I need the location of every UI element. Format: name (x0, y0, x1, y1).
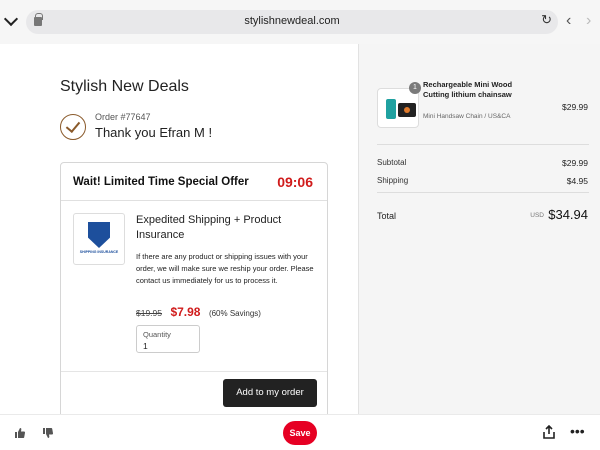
browser-toolbar: stylishnewdeal.com ↻ ‹ › (0, 0, 600, 44)
url-text[interactable]: stylishnewdeal.com (26, 15, 558, 27)
order-number: Order #77647 (95, 112, 151, 122)
bottom-action-bar: Save ••• (0, 414, 600, 450)
divider (61, 371, 327, 372)
offer-product-name: Expedited Shipping + Product Insurance (136, 214, 282, 241)
total-value: $34.94 (548, 207, 588, 222)
offer-title: Wait! Limited Time Special Offer (73, 176, 249, 188)
checkout-main: Stylish New Deals Order #77647 Thank you… (0, 44, 358, 422)
share-icon[interactable] (542, 425, 556, 439)
quantity-value[interactable]: 1 (143, 341, 148, 351)
reload-icon[interactable]: ↻ (541, 12, 552, 28)
chevron-down-icon[interactable] (3, 11, 19, 27)
chainsaw-blade (404, 107, 410, 113)
price-row: $19.95 $7.98 (60% Savings) (136, 303, 261, 321)
sale-price: $7.98 (170, 305, 201, 319)
thumbnail-label: SHIPPING INSURANCE (79, 250, 119, 254)
shipping-value: $4.95 (566, 176, 588, 186)
item-price: $29.99 (562, 102, 588, 112)
quantity-badge: 1 (409, 82, 421, 94)
shipping-insurance-thumbnail: SHIPPING INSURANCE (73, 213, 125, 265)
chainsaw-image (386, 99, 396, 119)
product-thumbnail (377, 88, 419, 128)
countdown-timer: 09:06 (277, 174, 313, 190)
total-label: Total (377, 211, 397, 221)
thank-you-message: Thank you Efran M ! (95, 125, 213, 140)
store-title: Stylish New Deals (60, 78, 189, 95)
savings-text: (60% Savings) (208, 309, 261, 318)
total-currency: USD (530, 212, 544, 219)
original-price: $19.95 (136, 308, 162, 318)
offer-header: Wait! Limited Time Special Offer 09:06 (61, 163, 327, 201)
address-bar[interactable]: stylishnewdeal.com ↻ (26, 10, 558, 34)
thumbs-down-icon[interactable] (42, 427, 54, 439)
more-options-icon[interactable]: ••• (570, 423, 585, 439)
item-name: Rechargeable Mini Wood Cutting lithium c… (423, 80, 513, 99)
order-summary: 1 Rechargeable Mini Wood Cutting lithium… (358, 44, 600, 414)
quantity-field[interactable]: Quantity 1 (136, 325, 200, 353)
quantity-label: Quantity (143, 330, 171, 339)
subtotal-value: $29.99 (562, 158, 588, 168)
subtotal-label: Subtotal (377, 158, 407, 167)
add-to-order-button[interactable]: Add to my order (223, 379, 317, 407)
chevron-right-icon[interactable]: › (586, 12, 591, 30)
chevron-left-icon[interactable]: ‹ (566, 12, 571, 30)
checkmark-circle-icon (60, 114, 86, 140)
offer-description: If there are any product or shipping iss… (136, 252, 314, 285)
divider (377, 192, 589, 193)
shipping-label: Shipping (377, 176, 409, 185)
thumbs-up-icon[interactable] (14, 427, 26, 439)
item-variant: Mini Handsaw Chain / US&CA (423, 113, 511, 120)
save-button[interactable]: Save (283, 421, 317, 445)
divider (377, 144, 589, 145)
upsell-offer-card: Wait! Limited Time Special Offer 09:06 S… (60, 162, 328, 422)
shield-icon (88, 222, 110, 248)
